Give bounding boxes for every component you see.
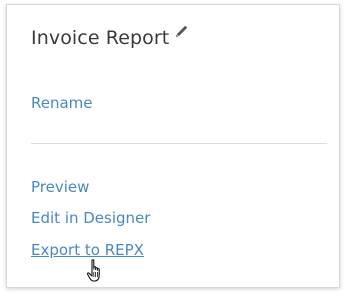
pencil-icon[interactable] (174, 25, 188, 39)
edit-in-designer-link[interactable]: Edit in Designer (31, 209, 150, 227)
hand-pointer-icon (87, 259, 100, 282)
report-card: Invoice Report Rename Preview Edit in De… (6, 4, 340, 288)
report-title: Invoice Report (31, 27, 170, 49)
export-to-repx-link[interactable]: Export to REPX (31, 241, 144, 259)
title-row: Invoice Report (31, 25, 188, 49)
preview-link[interactable]: Preview (31, 178, 89, 196)
rename-link[interactable]: Rename (31, 94, 93, 112)
divider (31, 143, 327, 144)
